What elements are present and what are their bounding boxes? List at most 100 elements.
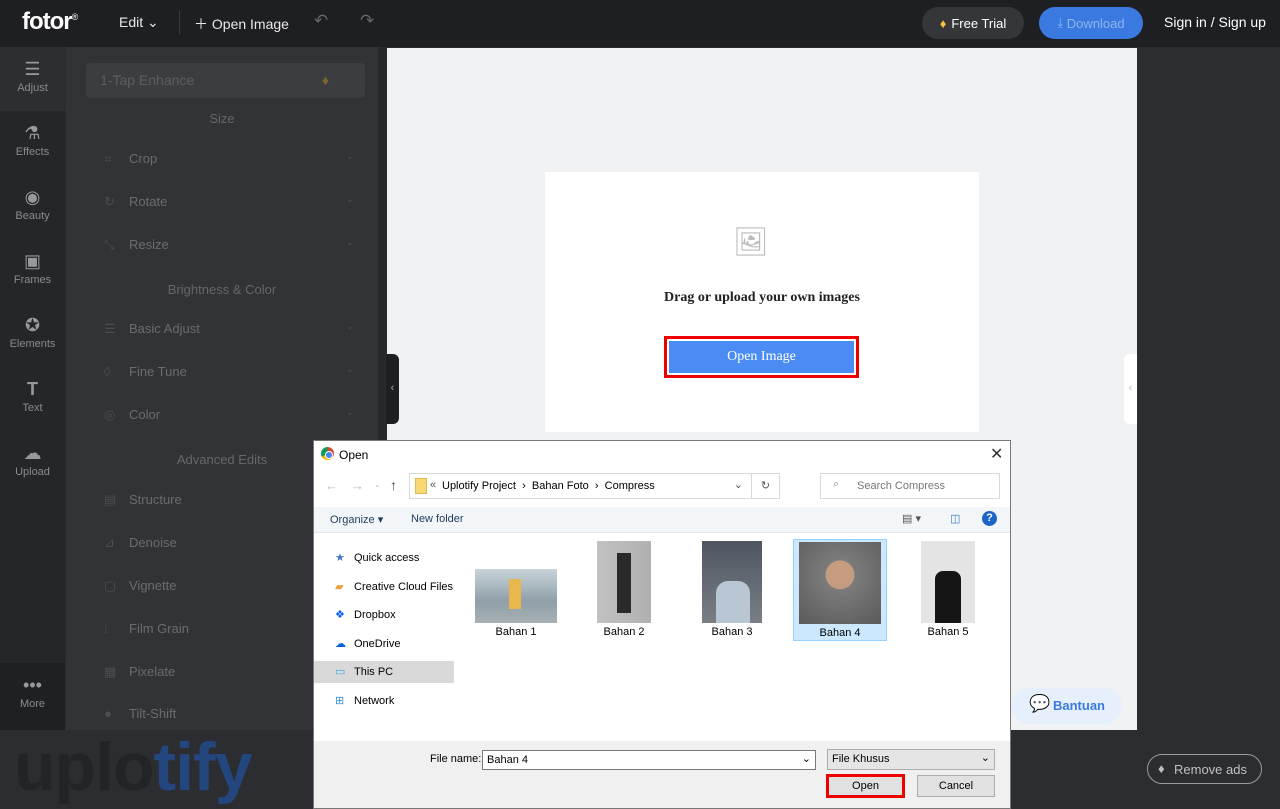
structure-icon: ▤ (104, 492, 117, 507)
refresh-icon[interactable]: ↻ (751, 474, 779, 498)
item-basic-adjust[interactable]: ☰ Basic Adjust ⌄ (104, 321, 354, 337)
organize-menu[interactable]: Organize ▾ (330, 513, 383, 526)
file-item[interactable]: Bahan 3 (688, 541, 776, 641)
nav-quick-access[interactable]: ★ Quick access (314, 547, 454, 569)
image-thumbnail (702, 541, 762, 623)
chevron-down-icon[interactable]: ⌄ (802, 752, 811, 765)
dropbox-icon: ❖ (335, 609, 345, 621)
nav-dropbox[interactable]: ❖ Dropbox (314, 604, 454, 626)
one-tap-enhance-button[interactable]: 1-Tap Enhance ♦ (86, 63, 365, 98)
close-icon[interactable]: ✕ (990, 444, 1003, 464)
upload-card[interactable]: 🖼 Drag or upload your own images Open Im… (545, 172, 979, 432)
denoise-icon: ⊿ (104, 535, 115, 550)
grain-icon: ⁞ (104, 621, 108, 636)
fotor-logo[interactable]: fotor® (22, 8, 78, 36)
sliders-icon: ☰ (24, 59, 41, 79)
breadcrumb-bahan-foto[interactable]: Bahan Foto (532, 480, 589, 492)
chat-icon: 💬 (1029, 694, 1051, 713)
up-arrow-icon[interactable]: ↑ (390, 477, 397, 493)
resize-icon: ⤡ (104, 237, 115, 252)
nav-network[interactable]: ⊞ Network (314, 690, 454, 712)
diamond-icon: ♦ (1158, 761, 1165, 776)
breadcrumb-uplotify-project[interactable]: Uplotify Project (442, 480, 516, 492)
free-trial-button[interactable]: ♦ Free Trial (922, 7, 1024, 39)
open-button[interactable]: Open (826, 774, 905, 798)
file-item[interactable]: Bahan 2 (580, 541, 668, 641)
file-name-label: File name: (430, 753, 482, 765)
palette-icon: ◎ (104, 407, 116, 422)
image-thumbnail (597, 541, 651, 623)
cancel-button[interactable]: Cancel (917, 775, 995, 797)
item-fine-tune[interactable]: ◊ Fine Tune ⌄ (104, 364, 354, 379)
item-resize[interactable]: ⤡ Resize ⌄ (104, 237, 354, 253)
folder-icon (415, 478, 427, 494)
collapse-panel-button[interactable]: ‹ (386, 354, 399, 424)
plus-icon: ＋ (194, 16, 208, 32)
download-icon: ⤓ (1057, 15, 1067, 30)
sliders-icon: ☰ (104, 321, 116, 336)
search-input[interactable]: ⌕ Search Compress (820, 473, 1000, 499)
nav-this-pc[interactable]: ▭ This PC (314, 661, 454, 683)
pixelate-icon: ▦ (104, 664, 117, 679)
sign-in-link[interactable]: Sign in / Sign up (1164, 14, 1266, 30)
star-icon: ★ (335, 552, 345, 564)
chevron-down-icon: ⌄ (345, 321, 354, 332)
image-upload-icon: 🖼 (733, 226, 769, 257)
file-type-select[interactable]: File Khusus ⌄ (827, 749, 995, 770)
crop-icon: ⌗ (104, 151, 112, 166)
rail-text[interactable]: T Text (0, 367, 65, 431)
file-item[interactable]: Bahan 5 (904, 541, 992, 641)
remove-ads-button[interactable]: ♦ Remove ads (1147, 754, 1262, 784)
rail-elements[interactable]: ✪ Elements (0, 303, 65, 367)
breadcrumb-compress[interactable]: Compress (605, 480, 655, 492)
item-color[interactable]: ◎ Color ⌄ (104, 407, 354, 423)
tool-rail: ☰ Adjust ⚗ Effects ◉ Beauty ▣ Frames ✪ Elemen… (0, 47, 65, 730)
forward-icon[interactable]: → (351, 478, 364, 493)
undo-icon[interactable]: ↶ (314, 11, 328, 31)
rail-effects[interactable]: ⚗ Effects (0, 111, 65, 175)
chevron-down-icon[interactable]: ⌄ (734, 478, 743, 491)
edit-menu[interactable]: Edit ⌄ (119, 14, 159, 31)
cloud-upload-icon: ☁ (23, 443, 42, 463)
star-icon: ✪ (24, 315, 41, 335)
help-icon[interactable]: ? (982, 511, 997, 526)
file-name-input[interactable]: Bahan 4 ⌄ (482, 750, 816, 770)
onedrive-icon: ☁ (335, 638, 346, 650)
file-item[interactable]: Bahan 1 (472, 541, 560, 641)
image-thumbnail (799, 542, 881, 624)
item-crop[interactable]: ⌗ Crop ⌄ (104, 151, 354, 167)
diamond-icon: ♦ (321, 72, 329, 88)
open-image-button[interactable]: ＋ Open Image (194, 14, 289, 34)
text-icon: T (27, 379, 38, 399)
bantuan-help-button[interactable]: 💬 Bantuan (1011, 688, 1122, 724)
rail-beauty[interactable]: ◉ Beauty (0, 175, 65, 239)
open-image-main-button[interactable]: Open Image (664, 336, 859, 378)
chevron-down-icon: ⌄ (345, 237, 354, 248)
preview-pane-icon[interactable]: ◫ (950, 512, 960, 525)
item-rotate[interactable]: ↻ Rotate ⌄ (104, 194, 354, 210)
nav-creative-cloud[interactable]: ▰ Creative Cloud Files (314, 576, 454, 598)
recent-chevron-icon[interactable]: ⌄ (374, 480, 381, 489)
redo-icon[interactable]: ↷ (360, 11, 374, 31)
expand-right-button[interactable]: ‹ (1124, 354, 1137, 424)
top-bar: fotor® Edit ⌄ ＋ Open Image ↶ ↷ ♦ Free Tri… (0, 0, 1280, 47)
chevron-down-icon: ⌄ (345, 151, 354, 162)
chevron-down-icon: ⌄ (345, 364, 354, 375)
divider (179, 11, 180, 35)
section-brightness-color: Brightness & Color (167, 282, 277, 297)
view-options-icon[interactable]: ▤ ▾ (902, 512, 921, 525)
file-item-selected[interactable]: Bahan 4 (793, 539, 887, 641)
rail-more[interactable]: ••• More (0, 663, 65, 730)
rail-adjust[interactable]: ☰ Adjust (0, 47, 65, 111)
rail-frames[interactable]: ▣ Frames (0, 239, 65, 303)
computer-icon: ▭ (335, 666, 346, 678)
open-image-label: Open Image (669, 341, 854, 373)
address-bar[interactable]: « Uplotify Project › Bahan Foto › Compre… (409, 473, 780, 499)
new-folder-button[interactable]: New folder (411, 513, 464, 525)
back-icon[interactable]: ← (325, 478, 338, 493)
image-thumbnail (921, 541, 975, 623)
nav-onedrive[interactable]: ☁ OneDrive (314, 633, 454, 655)
rail-upload[interactable]: ☁ Upload (0, 431, 65, 495)
download-button[interactable]: ⤓ Download (1039, 7, 1143, 39)
network-icon: ⊞ (335, 695, 345, 707)
